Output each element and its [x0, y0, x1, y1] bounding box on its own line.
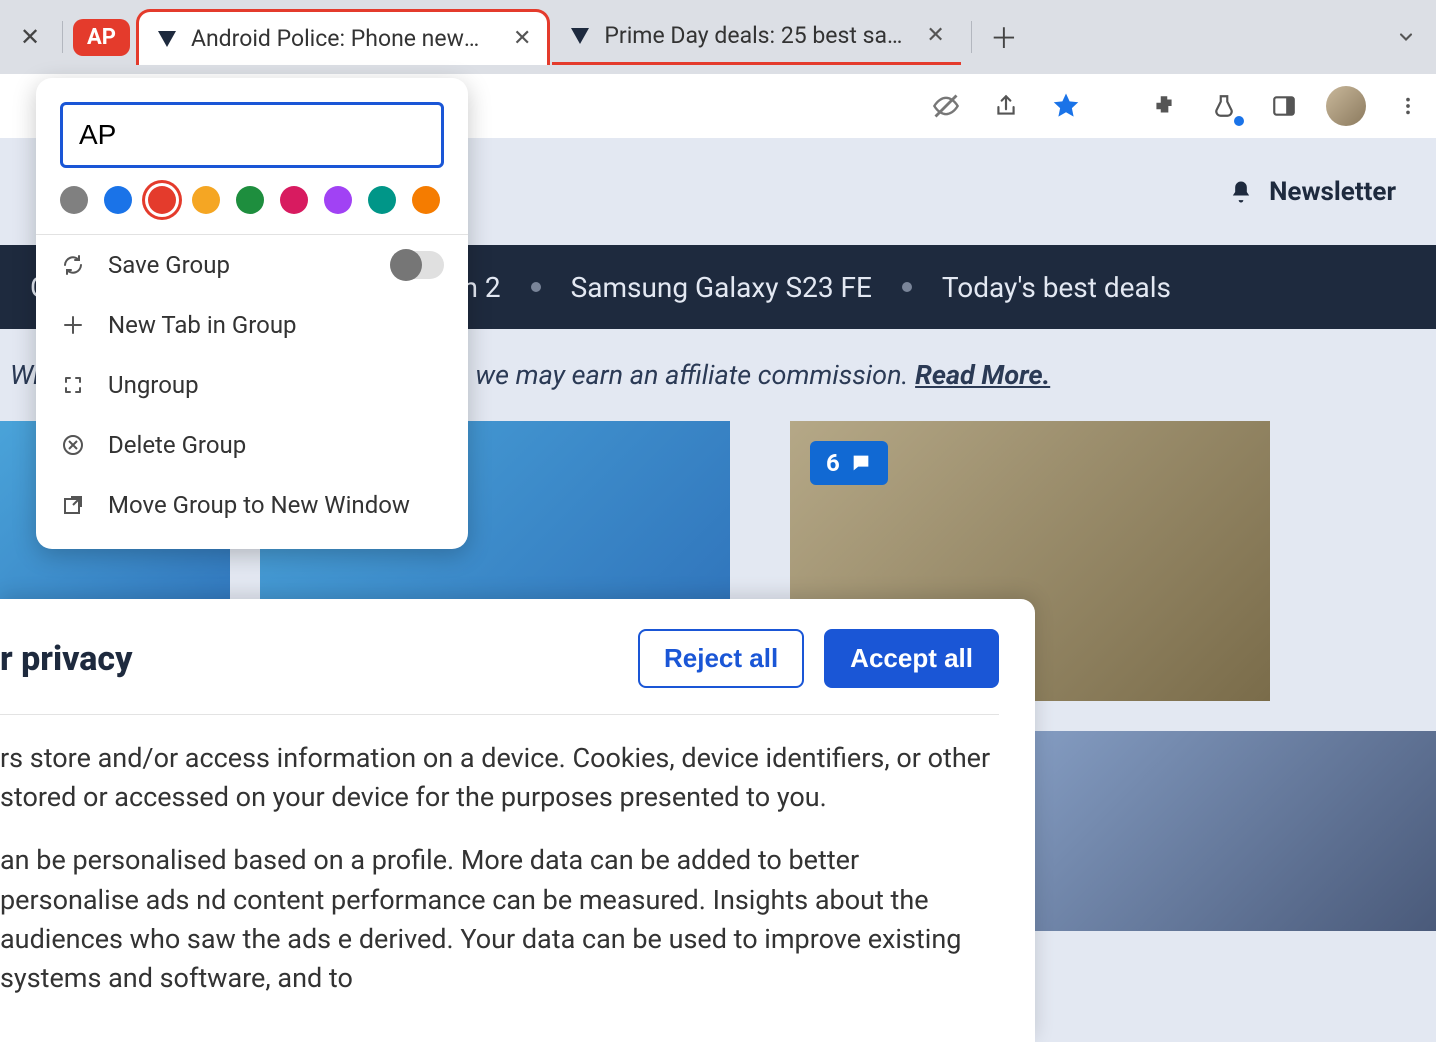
extensions-icon[interactable]	[1146, 88, 1182, 124]
close-icon[interactable]: ✕	[8, 15, 52, 59]
comment-badge[interactable]: 6	[810, 441, 888, 485]
save-group-toggle[interactable]	[390, 251, 444, 279]
group-name-input[interactable]	[60, 102, 444, 168]
consent-paragraph: rs store and/or access information on a …	[0, 739, 999, 817]
article-card[interactable]	[966, 731, 1436, 931]
share-icon[interactable]	[988, 88, 1024, 124]
affiliate-read-more-link[interactable]: Read More.	[915, 359, 1050, 391]
tab-title: Prime Day deals: 25 best sales	[604, 22, 904, 49]
divider	[62, 21, 63, 53]
comment-count: 6	[826, 449, 840, 477]
menu-label: Move Group to New Window	[108, 491, 410, 519]
group-color-picker	[36, 186, 468, 234]
sync-icon	[60, 252, 86, 278]
menu-label: Delete Group	[108, 431, 246, 459]
new-tab-in-group-item[interactable]: New Tab in Group	[36, 295, 468, 355]
plus-icon	[60, 312, 86, 338]
menu-label: Save Group	[108, 251, 230, 279]
color-swatch[interactable]	[236, 186, 264, 214]
close-tab-icon[interactable]: ✕	[926, 23, 944, 48]
comment-icon	[850, 452, 872, 474]
bell-icon	[1227, 178, 1255, 206]
move-group-item[interactable]: Move Group to New Window	[36, 475, 468, 535]
tab-title: Android Police: Phone news, re	[191, 25, 491, 52]
profile-avatar[interactable]	[1326, 86, 1366, 126]
menu-label: Ungroup	[108, 371, 199, 399]
popout-icon	[60, 492, 86, 518]
delete-icon	[60, 432, 86, 458]
menu-label: New Tab in Group	[108, 311, 297, 339]
color-swatch[interactable]	[60, 186, 88, 214]
browser-tab-strip: ✕ AP Android Police: Phone news, re ✕ Pr…	[0, 0, 1436, 74]
site-favicon-icon	[155, 27, 179, 51]
delete-group-item[interactable]: Delete Group	[36, 415, 468, 475]
consent-paragraph: an be personalised based on a profile. M…	[0, 841, 999, 998]
tab-group-popover: Save Group New Tab in Group Ungroup Dele…	[36, 78, 468, 549]
dot-separator-icon	[531, 282, 541, 292]
tabs-overflow-button[interactable]	[1384, 15, 1428, 59]
affiliate-text: ite, we may earn an affiliate commission…	[435, 359, 915, 391]
trending-item[interactable]: Today's best deals	[942, 271, 1171, 304]
labs-icon[interactable]	[1206, 88, 1242, 124]
color-swatch[interactable]	[192, 186, 220, 214]
consent-dialog: r privacy Reject all Accept all rs store…	[0, 599, 1035, 1042]
color-swatch[interactable]	[412, 186, 440, 214]
site-favicon-icon	[568, 24, 592, 48]
newsletter-label: Newsletter	[1269, 177, 1396, 207]
new-tab-button[interactable]: ＋	[982, 15, 1026, 59]
color-swatch[interactable]	[280, 186, 308, 214]
color-swatch[interactable]	[148, 186, 176, 214]
tab-group-chip[interactable]: AP	[73, 19, 130, 56]
save-group-item[interactable]: Save Group	[36, 235, 468, 295]
consent-title-fragment: r privacy	[0, 639, 132, 679]
ungroup-item[interactable]: Ungroup	[36, 355, 468, 415]
accept-all-button[interactable]: Accept all	[824, 629, 999, 688]
divider	[971, 21, 972, 53]
incognito-blocked-icon[interactable]	[928, 88, 964, 124]
dot-separator-icon	[902, 282, 912, 292]
tab-active[interactable]: Android Police: Phone news, re ✕	[136, 9, 550, 65]
sidepanel-icon[interactable]	[1266, 88, 1302, 124]
newsletter-button[interactable]: Newsletter	[1227, 177, 1396, 207]
trending-item[interactable]: Samsung Galaxy S23 FE	[571, 271, 872, 304]
close-tab-icon[interactable]: ✕	[513, 26, 531, 51]
reject-all-button[interactable]: Reject all	[638, 629, 804, 688]
color-swatch[interactable]	[368, 186, 396, 214]
tab-inactive[interactable]: Prime Day deals: 25 best sales ✕	[552, 9, 960, 65]
color-swatch[interactable]	[104, 186, 132, 214]
ungroup-icon	[60, 372, 86, 398]
bookmark-star-icon[interactable]	[1048, 88, 1084, 124]
color-swatch[interactable]	[324, 186, 352, 214]
kebab-menu-icon[interactable]	[1390, 88, 1426, 124]
